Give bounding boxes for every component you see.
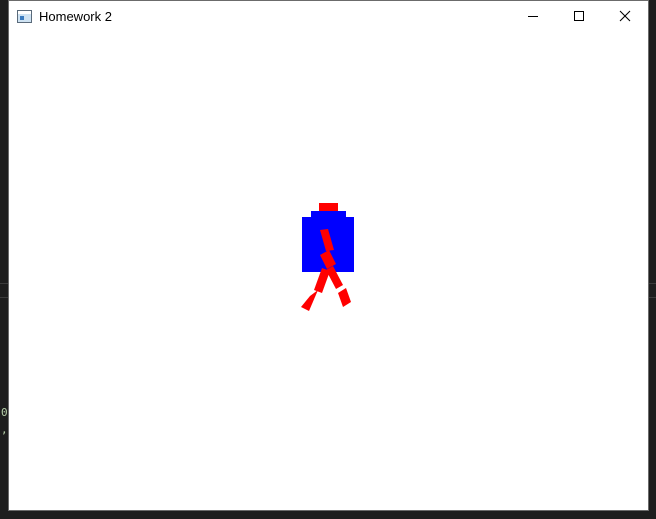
background-divider [649,297,656,298]
drawing-canvas[interactable] [9,31,648,510]
window-title: Homework 2 [39,8,112,24]
title-bar[interactable]: Homework 2 [9,1,648,31]
background-code-text: , [1,423,8,436]
maximize-icon [574,11,584,21]
minimize-icon [528,16,538,17]
background-code-text: 0 [1,406,8,419]
close-icon [619,10,631,22]
left-shin [301,290,318,311]
minimize-button[interactable] [510,1,556,31]
right-shin [338,288,351,307]
app-icon [17,9,32,23]
background-divider [0,297,8,298]
app-window: Homework 2 [8,0,649,511]
close-button[interactable] [602,1,648,31]
background-divider [0,283,8,284]
background-divider [649,283,656,284]
body-shoulder [311,211,346,218]
figure-drawing [301,203,354,311]
hat-top [319,203,338,211]
window-controls [510,1,648,31]
maximize-button[interactable] [556,1,602,31]
